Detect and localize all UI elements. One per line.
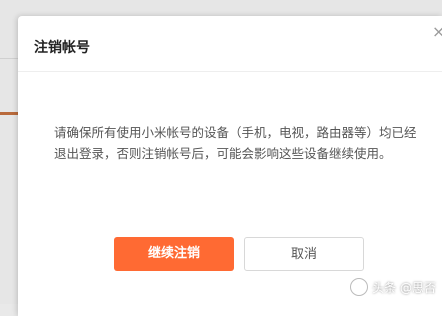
backdrop-divider (0, 58, 18, 59)
warning-message: 请确保所有使用小米帐号的设备（手机，电视，路由器等）均已经退出登录，否则注销帐号… (54, 125, 417, 161)
dialog-header: 注销帐号 × (18, 16, 442, 72)
backdrop-accent-bar (0, 112, 18, 115)
cancel-button[interactable]: 取消 (244, 237, 364, 271)
watermark-logo-icon (350, 278, 369, 296)
delete-account-dialog: 注销帐号 × 请确保所有使用小米帐号的设备（手机，电视，路由器等）均已经退出登录… (18, 16, 442, 316)
dialog-title: 注销帐号 (34, 40, 90, 56)
watermark-text: 头条 @思否 (372, 280, 436, 295)
close-icon[interactable]: × (432, 24, 442, 40)
watermark: 头条 @思否 (350, 278, 436, 296)
continue-delete-button[interactable]: 继续注销 (114, 237, 234, 271)
